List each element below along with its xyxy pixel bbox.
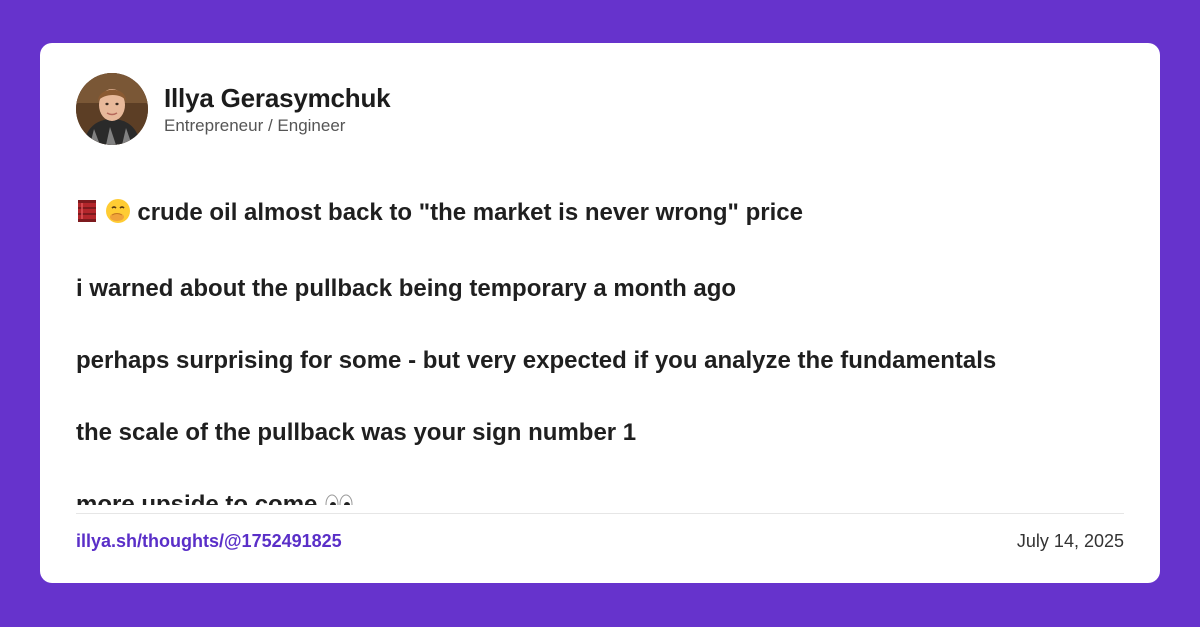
post-paragraph-2: i warned about the pullback being tempor…	[76, 275, 737, 302]
post-paragraph-1-text: crude oil almost back to "the market is …	[137, 199, 803, 226]
face-with-hand-over-mouth-icon	[105, 198, 131, 235]
avatar-image	[76, 73, 148, 145]
post-content: crude oil almost back to "the market is …	[76, 195, 1126, 505]
post-paragraph-1: crude oil almost back to "the market is …	[76, 195, 1126, 235]
post-paragraph-4: the scale of the pullback was your sign …	[76, 419, 637, 446]
post-paragraph-3: perhaps surprising for some - but very e…	[76, 347, 997, 374]
post-paragraph-5-text: more upside to come	[76, 491, 318, 505]
author-info: Illya Gerasymchuk Entrepreneur / Enginee…	[164, 82, 391, 137]
post-header: Illya Gerasymchuk Entrepreneur / Enginee…	[76, 73, 391, 145]
author-title: Entrepreneur / Engineer	[164, 115, 346, 135]
footer-divider	[76, 513, 1124, 514]
post-permalink[interactable]: illya.sh/thoughts/@1752491825	[76, 529, 342, 553]
post-paragraph-5: more upside to come	[76, 487, 1126, 505]
avatar[interactable]	[76, 73, 148, 145]
eyes-icon	[324, 491, 354, 505]
author-name[interactable]: Illya Gerasymchuk	[164, 82, 391, 114]
post-card: Illya Gerasymchuk Entrepreneur / Enginee…	[40, 43, 1160, 583]
oil-drum-icon	[76, 198, 98, 235]
post-date: July 14, 2025	[1016, 531, 1124, 551]
